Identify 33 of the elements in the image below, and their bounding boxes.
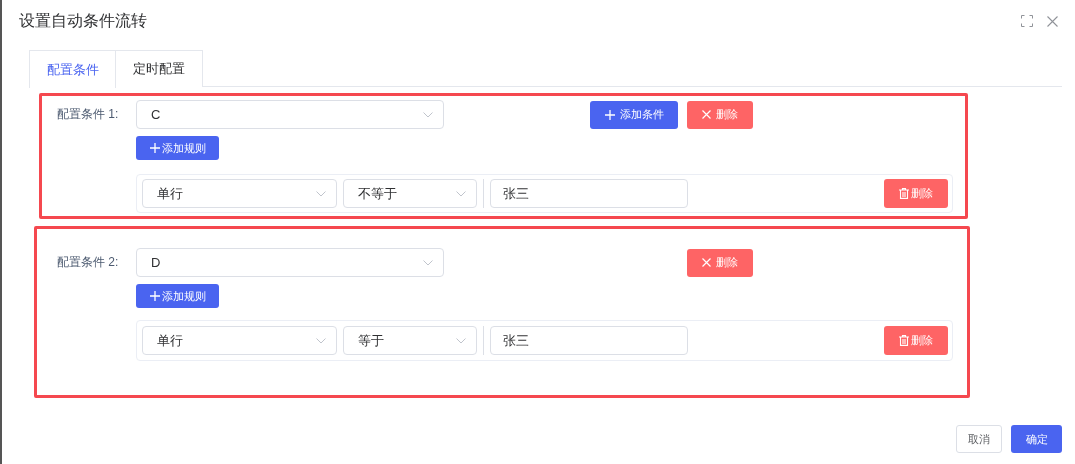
value-input[interactable]: 张三 — [490, 326, 688, 355]
plus-icon — [604, 109, 615, 120]
operator-select[interactable]: 不等于 — [343, 179, 477, 208]
close-icon — [702, 258, 711, 267]
chevron-down-icon — [456, 337, 466, 344]
condition-select[interactable]: C — [136, 100, 444, 129]
trash-icon — [899, 188, 909, 199]
tab[interactable]: 配置条件 — [29, 50, 116, 88]
add-rule-button[interactable]: 添加规则 — [136, 136, 219, 160]
condition-label: 配置条件 2: — [57, 254, 120, 271]
dialog-title: 设置自动条件流转 — [19, 10, 147, 31]
chevron-down-icon — [456, 190, 466, 197]
trash-icon — [899, 335, 909, 346]
chevron-down-icon — [316, 190, 326, 197]
add-condition-button[interactable]: 添加条件 — [590, 100, 678, 129]
fullscreen-icon[interactable] — [1021, 15, 1033, 27]
add-rule-button[interactable]: 添加规则 — [136, 284, 219, 308]
condition-label: 配置条件 1: — [57, 106, 120, 123]
close-icon[interactable] — [1047, 15, 1058, 27]
plus-icon — [149, 291, 160, 301]
confirm-button[interactable]: 确定 — [1011, 425, 1062, 453]
chevron-down-icon — [423, 111, 433, 118]
plus-icon — [149, 143, 160, 153]
value-input[interactable]: 张三 — [490, 179, 688, 208]
close-icon — [702, 110, 711, 119]
tab[interactable]: 定时配置 — [116, 50, 203, 87]
field-select[interactable]: 单行 — [142, 326, 337, 355]
condition-select[interactable]: D — [136, 248, 444, 277]
chevron-down-icon — [316, 337, 326, 344]
field-select[interactable]: 单行 — [142, 179, 337, 208]
operator-select[interactable]: 等于 — [343, 326, 477, 355]
cancel-button[interactable]: 取消 — [956, 425, 1002, 453]
chevron-down-icon — [423, 259, 433, 266]
